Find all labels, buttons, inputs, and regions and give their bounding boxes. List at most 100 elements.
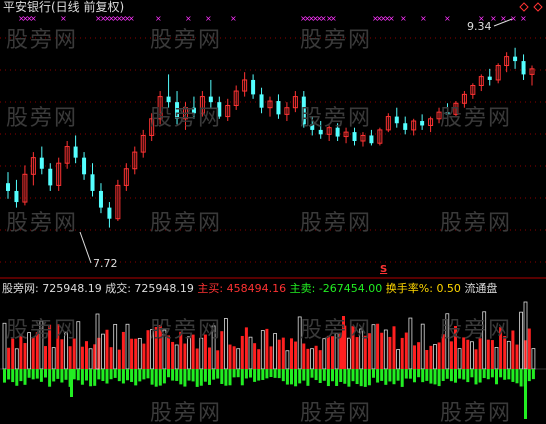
signal-x-mark: × [205, 14, 212, 23]
buy-volume-bar [11, 338, 15, 369]
signal-x-mark: × [330, 14, 337, 23]
buy-volume-bar [265, 328, 269, 369]
sell-volume-bar [236, 369, 240, 378]
sell-volume-bar [171, 369, 175, 381]
buy-volume-bar [437, 342, 441, 369]
volume-bar-hollow [2, 322, 7, 370]
sell-volume-bar [285, 369, 289, 385]
candle-body-down [107, 207, 112, 219]
sell-volume-bar [7, 369, 11, 380]
buy-volume-bar [326, 335, 330, 369]
buy-volume-bar [167, 335, 170, 369]
sell-volume-bar [240, 369, 244, 386]
indicator-value-3: 458494.16 [226, 282, 287, 295]
candle-body-down [487, 76, 492, 80]
sell-volume-bar [199, 369, 203, 386]
candle-body-down [82, 157, 87, 175]
low-price-label: 7.72 [93, 257, 118, 270]
sell-volume-bar [396, 369, 400, 381]
buy-volume-bar [515, 344, 519, 369]
sell-volume-bar [298, 369, 302, 384]
sell-volume-bar [175, 369, 179, 381]
high-price-label: 9.34 [467, 20, 492, 33]
buy-volume-bar [490, 340, 494, 369]
volume-bar-hollow [76, 321, 81, 370]
sell-volume-bar [146, 369, 150, 379]
volume-bar-hollow [236, 348, 241, 370]
candle-body-down [310, 124, 315, 130]
sell-volume-bar [3, 369, 6, 383]
sell-volume-bar [490, 369, 494, 378]
sell-volume-bar [60, 369, 64, 383]
buy-volume-bar [449, 341, 453, 369]
buy-volume-bar [294, 341, 298, 369]
buy-volume-bar [35, 332, 39, 369]
sell-volume-bar [294, 369, 298, 387]
signal-x-mark: × [155, 14, 162, 23]
volume-bar-hollow [187, 336, 191, 370]
sell-volume-bar [359, 369, 363, 387]
sell-volume-bar [138, 369, 142, 382]
buy-volume-bar [290, 338, 293, 369]
candle-body-down [369, 135, 374, 144]
sell-volume-bar [31, 369, 35, 380]
sell-volume-bar [89, 369, 93, 387]
sell-volume-bar [80, 369, 84, 385]
signal-x-mark: × [30, 14, 37, 23]
sell-volume-bar [367, 369, 371, 386]
candle-body-down [98, 190, 103, 208]
volume-bar-hollow [273, 333, 278, 370]
indicator-value-2: 725948.19 [134, 282, 194, 295]
buy-volume-bar [48, 324, 52, 369]
buy-volume-bar [314, 345, 318, 369]
volume-bar-hollow [396, 349, 401, 370]
buy-volume-bar [527, 328, 531, 369]
sell-volume-bar [429, 369, 433, 384]
sell-volume-bar [413, 369, 416, 383]
sell-volume-bar [52, 369, 56, 382]
buy-volume-bar [478, 338, 482, 369]
buy-volume-bar [302, 343, 306, 369]
sell-volume-bar [388, 369, 392, 382]
indicator-label-1: 股旁网 [2, 282, 35, 295]
sell-volume-bar [162, 369, 166, 384]
sell-volume-bar [339, 369, 343, 382]
sell-volume-bar [150, 369, 154, 385]
sell-volume-bar [470, 369, 474, 378]
sell-volume-bar [117, 369, 121, 382]
sell-volume-bar [507, 369, 511, 380]
sell-volume-bar [130, 369, 134, 382]
volume-bar-hollow [223, 318, 228, 370]
volume-bar-hollow [51, 347, 56, 370]
buy-volume-bar [85, 341, 88, 369]
buy-volume-bar [281, 337, 285, 369]
sell-volume-bar [347, 369, 351, 387]
sell-volume-bar [466, 369, 470, 383]
buy-volume-bar [466, 339, 470, 369]
buy-volume-bar [80, 346, 84, 369]
buy-volume-bar [392, 326, 396, 369]
sell-volume-bar [531, 369, 535, 380]
sell-volume-bar [433, 369, 437, 385]
sell-volume-bar [220, 369, 224, 384]
candle-body-down [90, 174, 95, 191]
buy-volume-bar [216, 350, 220, 369]
candle-body-down [403, 123, 408, 130]
sell-volume-bar [212, 369, 216, 380]
buy-volume-bar [171, 341, 175, 369]
sell-volume-bar [269, 369, 273, 378]
buy-volume-bar [318, 350, 322, 369]
buy-volume-bar [105, 329, 109, 369]
signal-x-mark: × [185, 14, 192, 23]
sell-volume-bar [121, 369, 125, 384]
sell-volume-bar [408, 369, 412, 379]
signal-x-mark: × [444, 14, 451, 23]
signal-x-mark: × [388, 14, 395, 23]
sell-volume-bar [253, 369, 257, 382]
sell-volume-bar [39, 369, 43, 382]
buy-volume-bar [142, 343, 146, 369]
volume-bar-hollow [383, 329, 388, 370]
buy-volume-bar [413, 345, 416, 369]
sell-volume-bar [93, 369, 97, 386]
buy-volume-bar [134, 338, 138, 369]
